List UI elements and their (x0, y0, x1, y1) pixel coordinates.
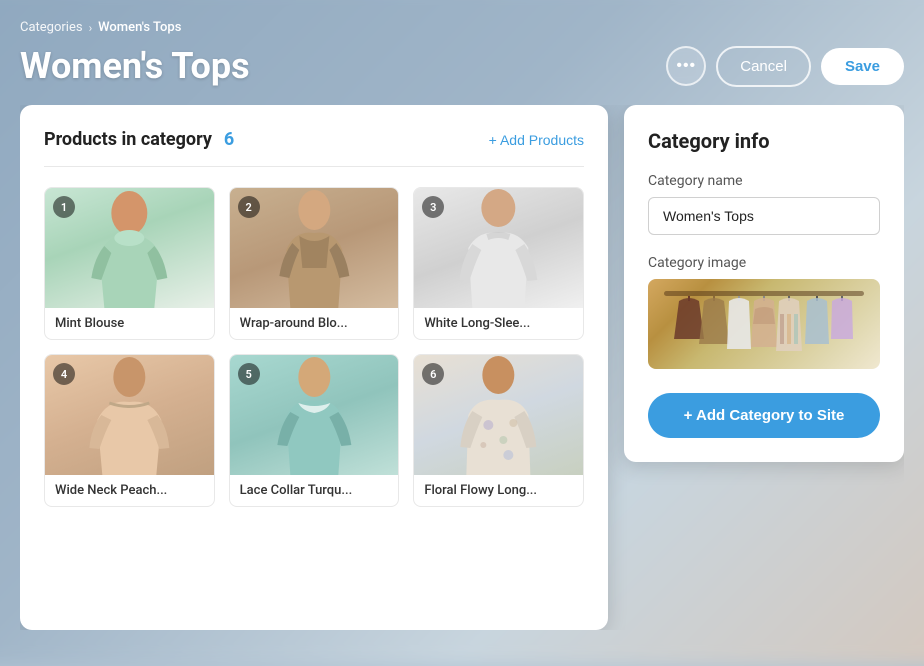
category-panel: Category info Category name Category ima… (624, 105, 904, 462)
product-name: Floral Flowy Long... (414, 475, 583, 506)
category-info-title: Category info (648, 129, 880, 153)
products-panel: Products in category 6 + Add Products 1 … (20, 105, 608, 630)
product-image: 4 (45, 355, 214, 475)
chevron-right-icon: › (89, 21, 93, 35)
category-image-label: Category image (648, 255, 880, 271)
category-name-input[interactable] (648, 197, 880, 235)
product-number-badge: 4 (53, 363, 75, 385)
category-image-group: Category image (648, 255, 880, 369)
product-card[interactable]: 3 White Long-Slee... (413, 187, 584, 340)
breadcrumb-current: Women's Tops (98, 20, 181, 35)
breadcrumb: Categories › Women's Tops (20, 20, 904, 35)
add-products-button[interactable]: + Add Products (489, 132, 584, 148)
category-image-preview[interactable] (648, 279, 880, 369)
product-name: Wide Neck Peach... (45, 475, 214, 506)
product-grid: 1 Mint Blouse 2 Wrap-around Blo... 3 (44, 187, 584, 507)
product-name: White Long-Slee... (414, 308, 583, 339)
product-number-badge: 5 (238, 363, 260, 385)
breadcrumb-parent[interactable]: Categories (20, 20, 83, 35)
product-card[interactable]: 5 Lace Collar Turqu... (229, 354, 400, 507)
product-image: 1 (45, 188, 214, 308)
cancel-button[interactable]: Cancel (716, 46, 811, 87)
category-name-label: Category name (648, 173, 880, 189)
save-button[interactable]: Save (821, 48, 904, 85)
category-name-group: Category name (648, 173, 880, 235)
products-header: Products in category 6 + Add Products (44, 129, 584, 167)
products-title-area: Products in category 6 (44, 129, 234, 150)
product-name: Lace Collar Turqu... (230, 475, 399, 506)
products-title: Products in category (44, 129, 212, 150)
product-image: 3 (414, 188, 583, 308)
product-number-badge: 1 (53, 196, 75, 218)
products-count: 6 (224, 129, 234, 150)
page-header: Women's Tops ••• Cancel Save (20, 45, 904, 87)
add-category-button[interactable]: + Add Category to Site (648, 393, 880, 438)
product-name: Wrap-around Blo... (230, 308, 399, 339)
product-name: Mint Blouse (45, 308, 214, 339)
product-card[interactable]: 6 Floral Flowy Long... (413, 354, 584, 507)
product-image: 6 (414, 355, 583, 475)
more-options-button[interactable]: ••• (666, 46, 706, 86)
product-card[interactable]: 1 Mint Blouse (44, 187, 215, 340)
clothes-rack-icon (648, 279, 880, 369)
header-actions: ••• Cancel Save (666, 46, 904, 87)
product-card[interactable]: 2 Wrap-around Blo... (229, 187, 400, 340)
main-content: Products in category 6 + Add Products 1 … (20, 105, 904, 630)
product-card[interactable]: 4 Wide Neck Peach... (44, 354, 215, 507)
product-image: 2 (230, 188, 399, 308)
product-image: 5 (230, 355, 399, 475)
product-number-badge: 2 (238, 196, 260, 218)
page-title: Women's Tops (20, 45, 250, 87)
